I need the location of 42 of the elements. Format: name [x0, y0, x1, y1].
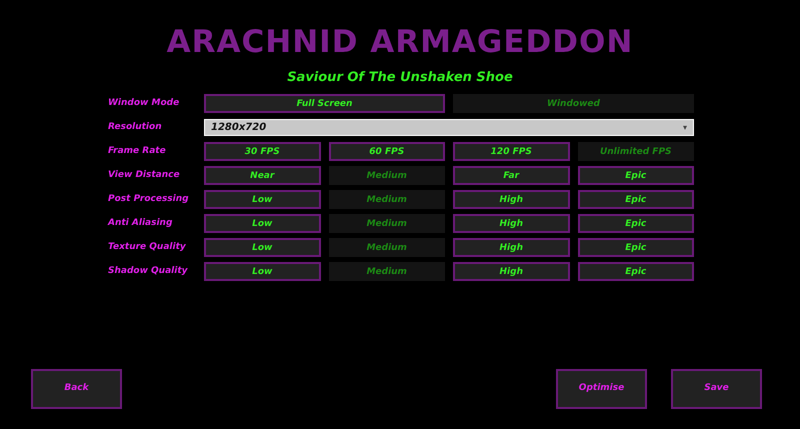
option-button[interactable]: Medium: [328, 214, 445, 233]
option-button[interactable]: High: [453, 238, 570, 257]
menu-button[interactable]: Back: [31, 369, 122, 409]
option-button[interactable]: Epic: [578, 166, 694, 185]
setting-label: Frame Rate: [108, 144, 167, 158]
option-button[interactable]: 30 FPS: [204, 142, 320, 161]
option-button[interactable]: 60 FPS: [328, 142, 445, 161]
option-button[interactable]: Low: [204, 262, 320, 281]
option-button[interactable]: Medium: [328, 262, 445, 281]
setting-label: View Distance: [108, 168, 181, 182]
caret-icon: ▾: [682, 122, 687, 134]
option-button[interactable]: Epic: [578, 190, 694, 209]
option-button[interactable]: Medium: [328, 166, 445, 185]
setting-label: Anti Aliasing: [108, 216, 174, 230]
option-button[interactable]: Low: [204, 190, 320, 209]
option-button[interactable]: Far: [453, 166, 570, 185]
option-button[interactable]: Windowed: [453, 94, 694, 113]
option-button[interactable]: Full Screen: [204, 94, 445, 113]
setting-label: Shadow Quality: [108, 264, 189, 278]
option-button[interactable]: Near: [204, 166, 320, 185]
option-button[interactable]: Epic: [578, 238, 694, 257]
option-button[interactable]: Epic: [578, 262, 694, 281]
menu-button[interactable]: Save: [671, 369, 762, 409]
dropdown-value: 1280x720: [211, 121, 266, 135]
option-button[interactable]: Low: [204, 238, 320, 257]
resolution-dropdown[interactable]: 1280x720 ▾: [204, 119, 694, 136]
game-subtitle: Saviour Of The Unshaken Shoe: [286, 69, 514, 87]
option-button[interactable]: Medium: [328, 238, 445, 257]
option-button[interactable]: High: [453, 190, 570, 209]
option-button[interactable]: Low: [204, 214, 320, 233]
option-button[interactable]: 120 FPS: [453, 142, 570, 161]
option-button[interactable]: High: [453, 214, 570, 233]
setting-label: Resolution: [108, 120, 163, 134]
option-button[interactable]: Unlimited FPS: [578, 142, 694, 161]
option-button[interactable]: Epic: [578, 214, 694, 233]
setting-label: Post Processing: [108, 192, 190, 206]
menu-button[interactable]: Optimise: [556, 369, 647, 409]
setting-label: Texture Quality: [108, 240, 187, 254]
setting-label: Window Mode: [108, 96, 180, 110]
option-button[interactable]: High: [453, 262, 570, 281]
game-title: ARACHNID ARMAGEDDON: [166, 24, 634, 60]
option-button[interactable]: Medium: [328, 190, 445, 209]
